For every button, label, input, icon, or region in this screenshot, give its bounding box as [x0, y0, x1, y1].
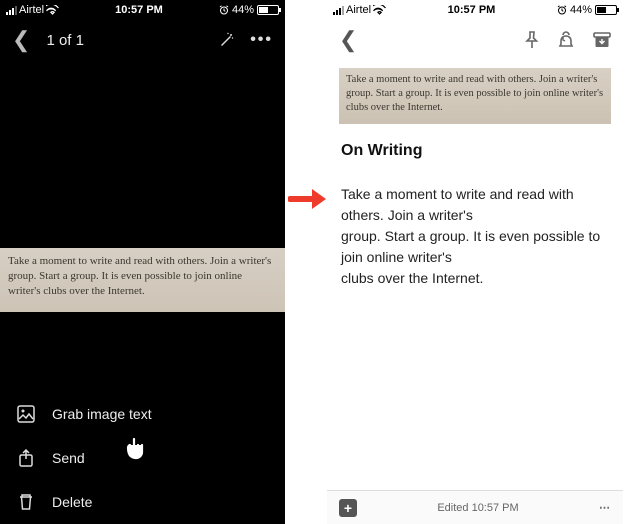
- wifi-icon: [46, 5, 59, 15]
- back-button[interactable]: ❮: [339, 27, 357, 53]
- note-title[interactable]: On Writing: [341, 142, 609, 160]
- image-ocr-text: Take a moment to write and read with oth…: [8, 255, 271, 297]
- extracted-image-thumb[interactable]: Take a moment to write and read with oth…: [339, 68, 611, 124]
- viewer-image[interactable]: Take a moment to write and read with oth…: [0, 248, 285, 312]
- left-phone: Airtel 10:57 PM 44% ❮ 1 of 1 ••• Take a …: [0, 0, 285, 524]
- back-button[interactable]: ❮: [12, 27, 30, 53]
- alarm-icon: [219, 5, 229, 15]
- page-counter: 1 of 1: [46, 32, 84, 49]
- reminder-icon[interactable]: [557, 31, 575, 49]
- trash-icon: [14, 493, 38, 511]
- status-time: 10:57 PM: [386, 4, 557, 16]
- action-label: Send: [52, 450, 85, 466]
- signal-icon: [333, 6, 344, 15]
- image-icon: [14, 405, 38, 423]
- action-label: Grab image text: [52, 406, 152, 422]
- action-delete[interactable]: Delete: [0, 480, 285, 524]
- wifi-icon: [373, 5, 386, 15]
- cursor-icon: [120, 430, 150, 464]
- battery-pct: 44%: [232, 4, 254, 16]
- add-button[interactable]: +: [339, 499, 357, 517]
- thumb-ocr-text: Take a moment to write and read with oth…: [346, 74, 603, 113]
- viewer-header: ❮ 1 of 1 •••: [0, 20, 285, 60]
- right-phone: Airtel 10:57 PM 44% ❮ Take a moment to w…: [327, 0, 623, 524]
- carrier-label: Airtel: [346, 4, 371, 16]
- footer-more-icon[interactable]: ⋯: [599, 501, 611, 514]
- status-time: 10:57 PM: [59, 4, 219, 16]
- action-label: Delete: [52, 494, 92, 510]
- arrow-icon: [288, 186, 328, 212]
- status-bar: Airtel 10:57 PM 44%: [0, 0, 285, 20]
- status-bar: Airtel 10:57 PM 44%: [327, 0, 623, 20]
- battery-pct: 44%: [570, 4, 592, 16]
- note-body[interactable]: Take a moment to write and read with oth…: [341, 184, 609, 289]
- battery-icon: [257, 5, 279, 15]
- alarm-icon: [557, 5, 567, 15]
- note-footer: + Edited 10:57 PM ⋯: [327, 490, 623, 524]
- share-icon: [14, 449, 38, 467]
- carrier-label: Airtel: [19, 4, 44, 16]
- edited-label: Edited 10:57 PM: [357, 502, 599, 514]
- pin-icon[interactable]: [525, 31, 539, 49]
- battery-icon: [595, 5, 617, 15]
- more-icon[interactable]: •••: [250, 31, 273, 49]
- action-sheet: Grab image text Send Delete: [0, 392, 285, 524]
- wand-icon[interactable]: [218, 32, 234, 48]
- signal-icon: [6, 6, 17, 15]
- note-header: ❮: [327, 20, 623, 60]
- archive-icon[interactable]: [593, 32, 611, 48]
